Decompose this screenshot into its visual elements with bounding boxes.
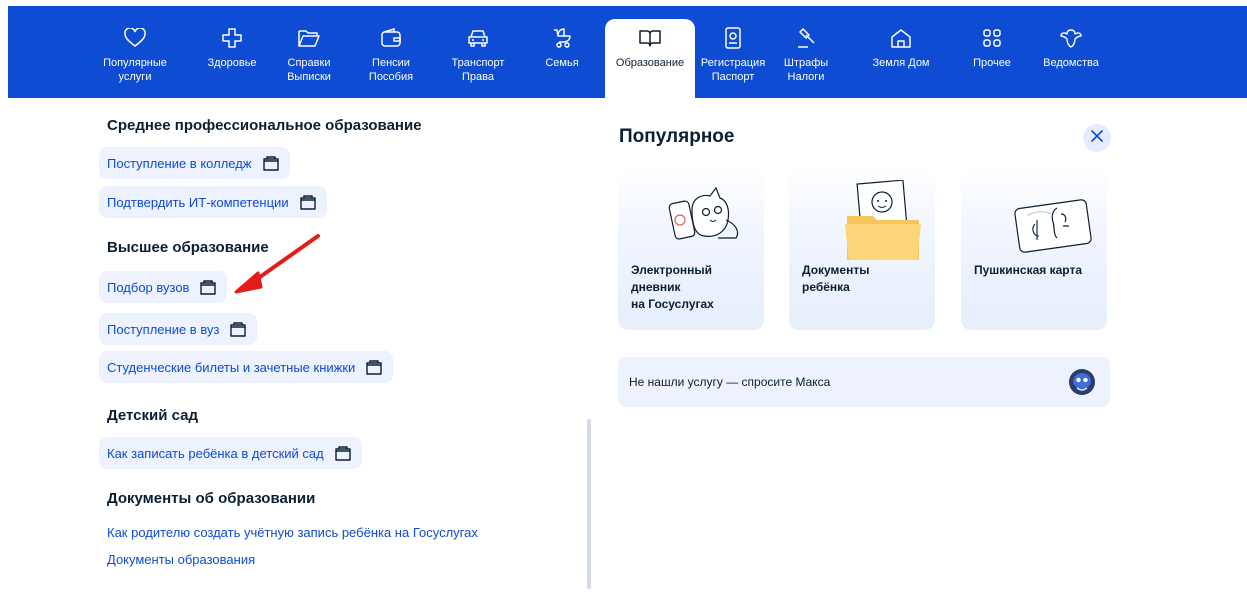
- card-pushkin-card[interactable]: Пушкинская карта: [961, 168, 1107, 330]
- grid-icon: [980, 26, 1004, 50]
- nav-item-label: Штрафы Налоги: [783, 57, 829, 83]
- ask-max-label: Не нашли услугу — спросите Макса: [629, 375, 831, 389]
- nav-item-label: Образование: [615, 57, 685, 69]
- link-kindergarten-enrollment[interactable]: Как записать ребёнка в детский сад: [99, 437, 362, 469]
- section-heading-spo: Среднее профессиональное образование: [107, 117, 422, 134]
- panel-title: Популярное: [619, 126, 735, 147]
- nav-item-label: Справки Выписки: [287, 57, 331, 83]
- nav-item-agencies[interactable]: Ведомства: [1034, 6, 1108, 98]
- nav-item-registration[interactable]: Регистрация Паспорт: [696, 6, 770, 98]
- link-university-selection[interactable]: Подбор вузов: [99, 271, 228, 303]
- wallet-icon: [379, 26, 403, 50]
- nav-item-other[interactable]: Прочее: [965, 6, 1019, 98]
- nav-item-label: Земля Дом: [872, 57, 930, 69]
- category-nav: Популярные услуги Здоровье Справки Выпис…: [0, 0, 1247, 104]
- nav-item-label: Прочее: [973, 57, 1011, 69]
- gavel-icon: [794, 26, 818, 50]
- car-icon: [466, 26, 490, 50]
- nav-item-label: Здоровье: [207, 57, 257, 69]
- link-student-cards[interactable]: Студенческие билеты и зачетные книжки: [99, 351, 394, 383]
- section-heading-higher: Высшее образование: [107, 239, 269, 256]
- briefcase-icon: [334, 444, 352, 462]
- link-it-competence[interactable]: Подтвердить ИТ-компетенции: [99, 186, 327, 218]
- link-label: Поступление в вуз: [107, 321, 220, 337]
- card-label: Электронный дневник на Госуслугах: [631, 263, 714, 311]
- scrollbar-thumb[interactable]: [587, 419, 591, 589]
- nav-item-label: Регистрация Паспорт: [700, 57, 766, 83]
- briefcase-icon: [262, 154, 280, 172]
- annotation-arrow: [234, 234, 320, 294]
- nav-item-label: Популярные услуги: [103, 57, 167, 83]
- education-services-list: Среднее профессиональное образование Пос…: [0, 104, 600, 595]
- link-label: Студенческие билеты и зачетные книжки: [107, 359, 356, 375]
- nav-item-fines[interactable]: Штрафы Налоги: [776, 6, 836, 98]
- card-label: Пушкинская карта: [974, 263, 1083, 277]
- nav-item-health[interactable]: Здоровье: [197, 6, 267, 98]
- cat-phone-illustration: [668, 186, 739, 240]
- stroller-icon: [550, 26, 574, 50]
- link-label: Подтвердить ИТ-компетенции: [107, 194, 289, 210]
- nav-item-popular[interactable]: Популярные услуги: [96, 6, 174, 98]
- nav-item-label: Семья: [545, 57, 579, 69]
- link-education-documents[interactable]: Документы образования: [107, 552, 255, 567]
- book-icon: [638, 26, 662, 50]
- link-label: Подбор вузов: [107, 279, 190, 295]
- card-electronic-diary[interactable]: Электронный дневник на Госуслугах: [618, 168, 764, 330]
- close-icon: [1090, 129, 1104, 148]
- nav-item-land-house[interactable]: Земля Дом: [862, 6, 940, 98]
- briefcase-icon: [299, 193, 317, 211]
- nav-item-transport[interactable]: Транспорт Права: [441, 6, 515, 98]
- link-label: Поступление в колледж: [107, 155, 252, 171]
- link-college-admission[interactable]: Поступление в колледж: [99, 147, 290, 179]
- child-folder-illustration: [845, 180, 921, 260]
- nav-item-label: Ведомства: [1043, 57, 1099, 69]
- nav-item-family[interactable]: Семья: [535, 6, 589, 98]
- house-icon: [889, 26, 913, 50]
- passport-icon: [721, 26, 745, 50]
- link-university-admission[interactable]: Поступление в вуз: [99, 313, 258, 345]
- close-button[interactable]: [1083, 124, 1111, 152]
- robot-avatar-icon: [1069, 369, 1095, 395]
- card-label: Документы ребёнка: [802, 263, 870, 294]
- folder-icon: [297, 26, 321, 50]
- card-child-documents[interactable]: Документы ребёнка: [789, 168, 935, 330]
- nav-item-label: Пенсии Пособия: [368, 57, 414, 83]
- medical-cross-icon: [220, 26, 244, 50]
- link-label: Как записать ребёнка в детский сад: [107, 445, 324, 461]
- section-heading-kindergarten: Детский сад: [107, 407, 199, 424]
- emblem-icon: [1059, 26, 1083, 50]
- popular-panel: Популярное Электронный дневник на Госусл…: [600, 104, 1247, 595]
- briefcase-icon: [365, 358, 383, 376]
- briefcase-icon: [229, 320, 247, 338]
- nav-item-pensions[interactable]: Пенсии Пособия: [361, 6, 421, 98]
- pushkin-card-illustration: [1014, 199, 1092, 253]
- link-child-account[interactable]: Как родителю создать учётную запись ребё…: [107, 525, 478, 540]
- nav-item-education[interactable]: Образование: [605, 19, 695, 104]
- nav-item-certificates[interactable]: Справки Выписки: [277, 6, 341, 98]
- ask-max-banner[interactable]: Не нашли услугу — спросите Макса: [618, 357, 1110, 407]
- section-heading-documents: Документы об образовании: [107, 490, 316, 507]
- nav-item-label: Транспорт Права: [451, 57, 505, 83]
- heart-icon: [123, 26, 147, 50]
- briefcase-icon: [199, 278, 217, 296]
